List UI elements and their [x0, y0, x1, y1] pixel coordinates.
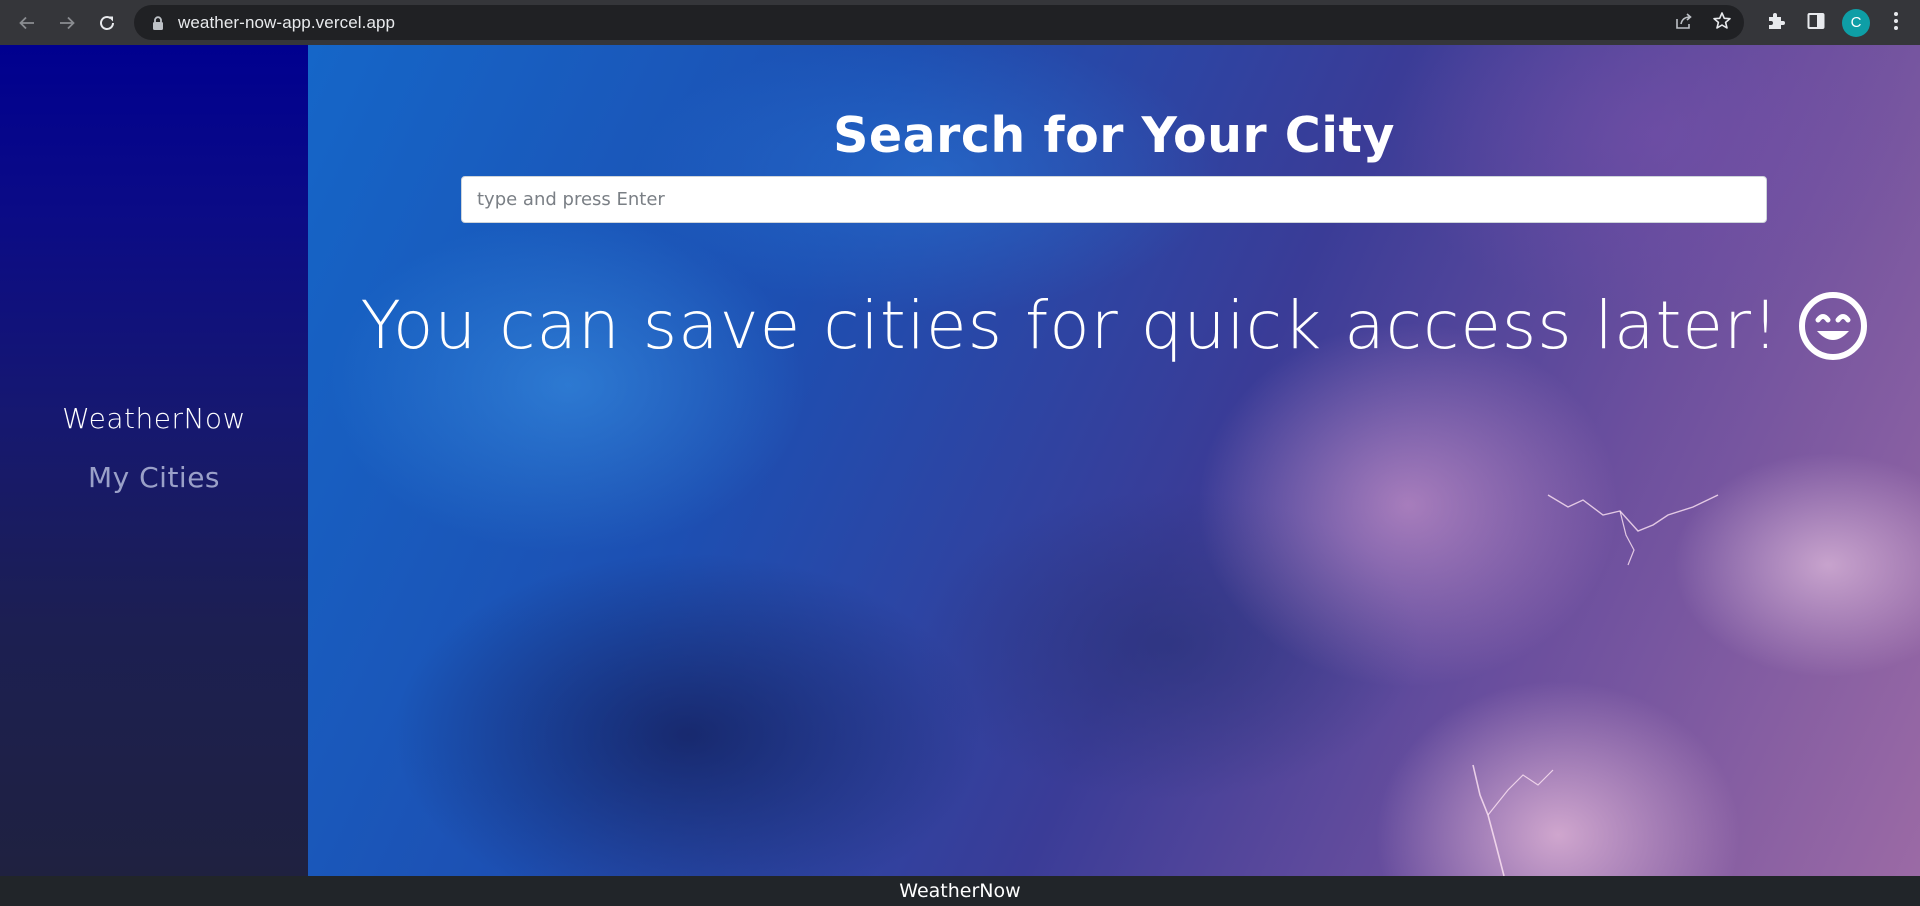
lock-icon[interactable]	[152, 15, 164, 30]
star-icon[interactable]	[1712, 11, 1732, 35]
search-title: Search for Your City	[833, 107, 1395, 164]
save-cities-message-text: You can save cities for quick access lat…	[360, 287, 1780, 364]
save-cities-message: You can save cities for quick access lat…	[308, 287, 1920, 364]
side-panel-button[interactable]	[1796, 3, 1836, 43]
brand-logo[interactable]: WeatherNow	[62, 402, 246, 435]
browser-toolbar: weather-now-app.vercel.app C	[0, 0, 1920, 45]
reload-icon	[98, 14, 116, 32]
city-search-input[interactable]	[461, 176, 1767, 223]
share-icon[interactable]	[1674, 11, 1694, 35]
url-text[interactable]: weather-now-app.vercel.app	[178, 13, 395, 33]
forward-button[interactable]	[48, 4, 86, 42]
browser-toolbar-right: C	[1756, 0, 1920, 45]
footer-text: WeatherNow	[899, 880, 1021, 902]
main-content: Search for Your City You can save cities…	[308, 45, 1920, 876]
arrow-left-icon	[18, 14, 36, 32]
address-bar[interactable]: weather-now-app.vercel.app	[134, 5, 1744, 40]
lightning-decoration	[1472, 494, 1719, 876]
arrow-right-icon	[58, 14, 76, 32]
browser-menu-button[interactable]	[1876, 3, 1916, 43]
puzzle-icon	[1766, 11, 1786, 35]
avatar: C	[1842, 8, 1870, 37]
reload-button[interactable]	[88, 4, 126, 42]
sidebar: WeatherNow My Cities	[0, 45, 308, 876]
extensions-button[interactable]	[1756, 3, 1796, 43]
profile-button[interactable]: C	[1836, 3, 1876, 43]
side-panel-icon	[1806, 11, 1826, 35]
address-bar-actions	[1674, 5, 1732, 40]
smile-icon	[1798, 291, 1868, 361]
footer: WeatherNow	[0, 876, 1920, 906]
back-button[interactable]	[8, 4, 46, 42]
sidebar-item-my-cities[interactable]: My Cities	[88, 461, 220, 494]
page: WeatherNow My Cities Search for Your Cit…	[0, 45, 1920, 876]
kebab-menu-icon	[1893, 11, 1899, 35]
